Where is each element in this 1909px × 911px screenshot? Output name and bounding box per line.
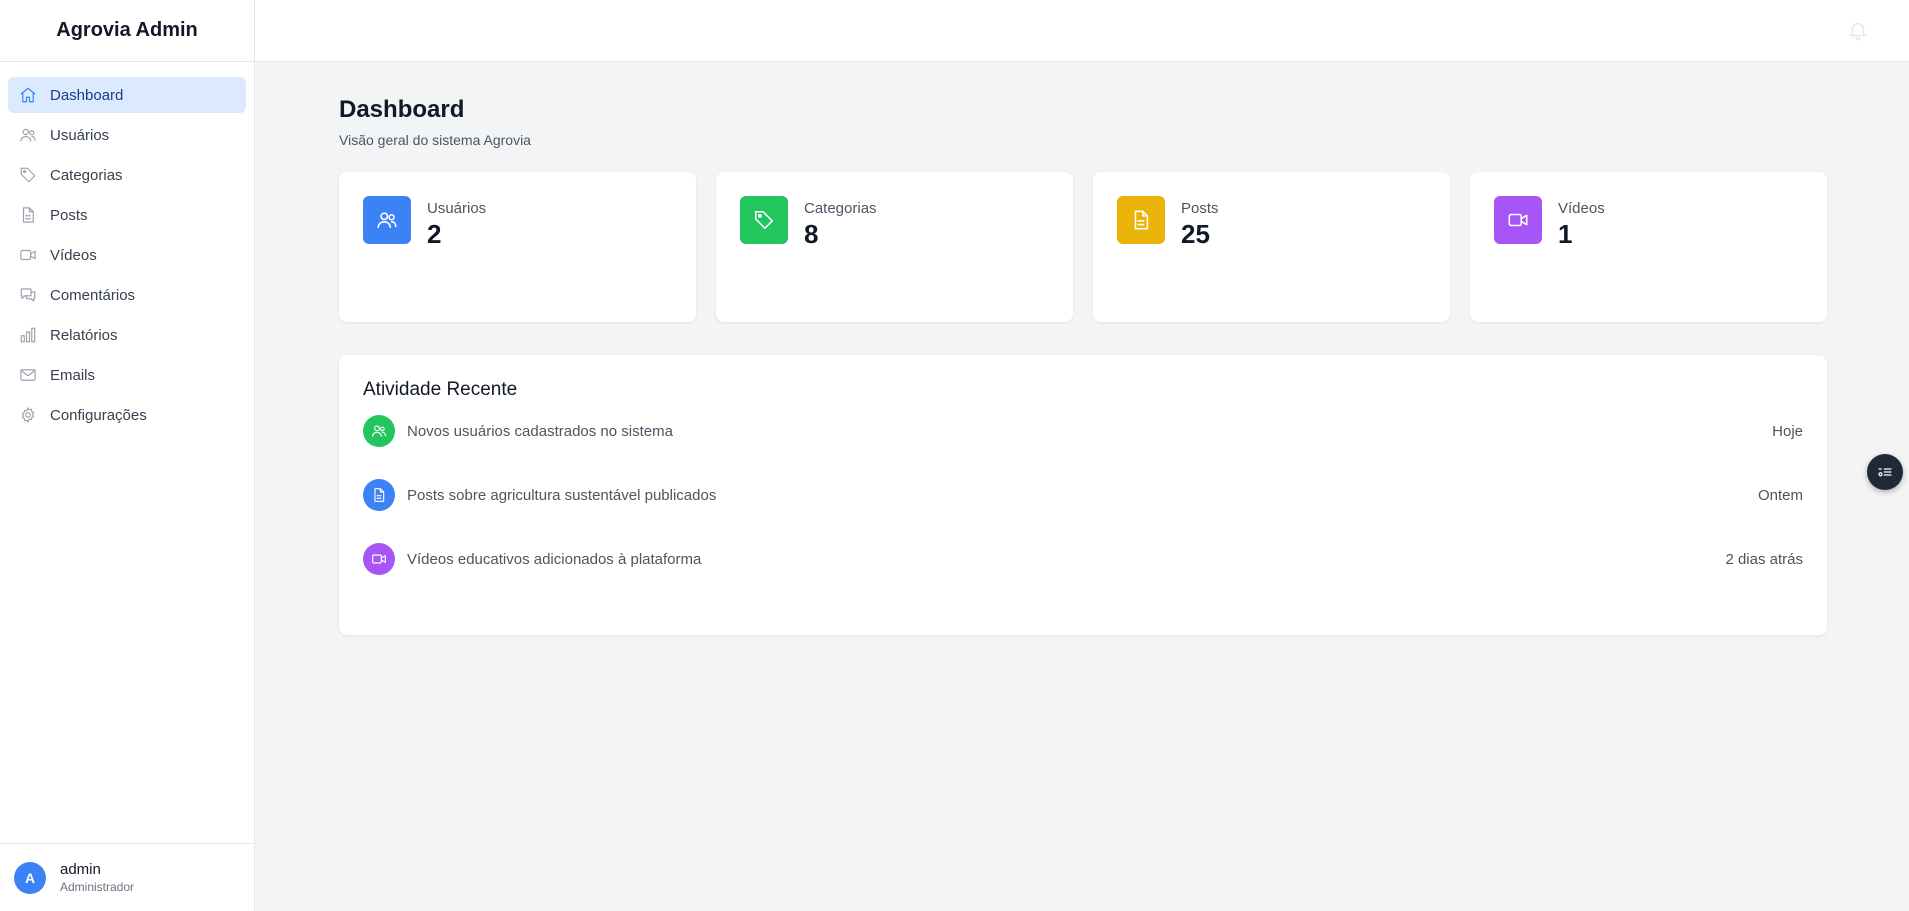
sidebar-item-label: Emails	[50, 366, 96, 384]
sidebar-item-label: Configurações	[50, 406, 147, 424]
activity-list: Novos usuários cadastrados no sistema Ho…	[363, 415, 1803, 575]
file-icon	[363, 479, 395, 511]
stat-card-posts: Posts 25	[1093, 172, 1450, 322]
settings-icon	[18, 405, 38, 425]
page-subtitle: Visão geral do sistema Agrovia	[339, 132, 531, 148]
recent-activity-panel: Atividade Recente Novos usuários cadastr…	[339, 355, 1827, 635]
list-item: Novos usuários cadastrados no sistema Ho…	[363, 415, 1803, 447]
settings-list-icon[interactable]	[1867, 454, 1903, 490]
avatar: A	[14, 861, 46, 894]
stat-card-usuarios: Usuários 2	[339, 172, 696, 322]
user-info: admin Administrador	[60, 861, 134, 894]
bell-icon[interactable]	[1847, 19, 1869, 41]
activity-text: Vídeos educativos adicionados à platafor…	[407, 550, 702, 568]
stat-label: Categorias	[804, 200, 877, 217]
sidebar-item-label: Categorias	[50, 166, 123, 184]
file-icon	[18, 205, 38, 225]
activity-time: Hoje	[1772, 422, 1803, 440]
sidebar-item-emails[interactable]: Emails	[8, 357, 246, 393]
sidebar-nav: Dashboard Usuários Categorias Posts Víde…	[0, 62, 254, 433]
sidebar-item-label: Dashboard	[50, 86, 124, 104]
users-icon	[18, 125, 38, 145]
user-name: admin	[60, 861, 101, 878]
stat-label: Usuários	[427, 200, 487, 217]
sidebar-item-label: Relatórios	[50, 326, 118, 344]
video-icon	[18, 245, 38, 265]
stat-value: 2	[427, 219, 442, 249]
user-profile[interactable]: A admin Administrador	[0, 843, 255, 911]
users-icon	[363, 415, 395, 447]
sidebar-item-comentarios[interactable]: Comentários	[8, 277, 246, 313]
sidebar-item-label: Comentários	[50, 286, 136, 304]
activity-text: Novos usuários cadastrados no sistema	[407, 422, 673, 440]
stat-label: Vídeos	[1558, 200, 1605, 217]
stat-value: 8	[804, 219, 819, 249]
stat-value: 1	[1558, 219, 1573, 249]
sidebar-item-dashboard[interactable]: Dashboard	[8, 77, 246, 113]
home-icon	[18, 85, 38, 105]
page-title: Dashboard	[339, 96, 465, 123]
stats-row: Usuários 2 Categorias 8 Posts 25 Vídeos …	[339, 172, 1827, 322]
sidebar-item-label: Posts	[50, 206, 88, 224]
list-item: Vídeos educativos adicionados à platafor…	[363, 543, 1803, 575]
stat-label: Posts	[1181, 200, 1219, 217]
user-role: Administrador	[60, 880, 135, 894]
tag-icon	[18, 165, 38, 185]
sidebar-item-label: Vídeos	[50, 246, 97, 264]
sidebar-item-relatorios[interactable]: Relatórios	[8, 317, 246, 353]
stat-value: 25	[1181, 219, 1210, 249]
users-icon	[363, 196, 411, 244]
activity-text: Posts sobre agricultura sustentável publ…	[407, 486, 717, 504]
bar-chart-icon	[18, 325, 38, 345]
mail-icon	[18, 365, 38, 385]
file-icon	[1117, 196, 1165, 244]
activity-time: 2 dias atrás	[1725, 550, 1803, 568]
sidebar-item-categorias[interactable]: Categorias	[8, 157, 246, 193]
sidebar-item-usuarios[interactable]: Usuários	[8, 117, 246, 153]
sidebar: Agrovia Admin Dashboard Usuários Categor…	[0, 0, 255, 911]
video-icon	[1494, 196, 1542, 244]
stat-card-videos: Vídeos 1	[1470, 172, 1827, 322]
activity-time: Ontem	[1757, 486, 1803, 504]
video-icon	[363, 543, 395, 575]
sidebar-item-configuracoes[interactable]: Configurações	[8, 397, 246, 433]
top-bar	[255, 0, 1909, 62]
list-item: Posts sobre agricultura sustentável publ…	[363, 479, 1803, 511]
sidebar-item-posts[interactable]: Posts	[8, 197, 246, 233]
comments-icon	[18, 285, 38, 305]
activity-title: Atividade Recente	[363, 379, 518, 400]
main-content: Dashboard Visão geral do sistema Agrovia…	[339, 62, 1827, 635]
sidebar-item-label: Usuários	[50, 126, 110, 144]
stat-card-categorias: Categorias 8	[716, 172, 1073, 322]
app-title: Agrovia Admin	[0, 0, 254, 62]
sidebar-item-videos[interactable]: Vídeos	[8, 237, 246, 273]
tag-icon	[740, 196, 788, 244]
